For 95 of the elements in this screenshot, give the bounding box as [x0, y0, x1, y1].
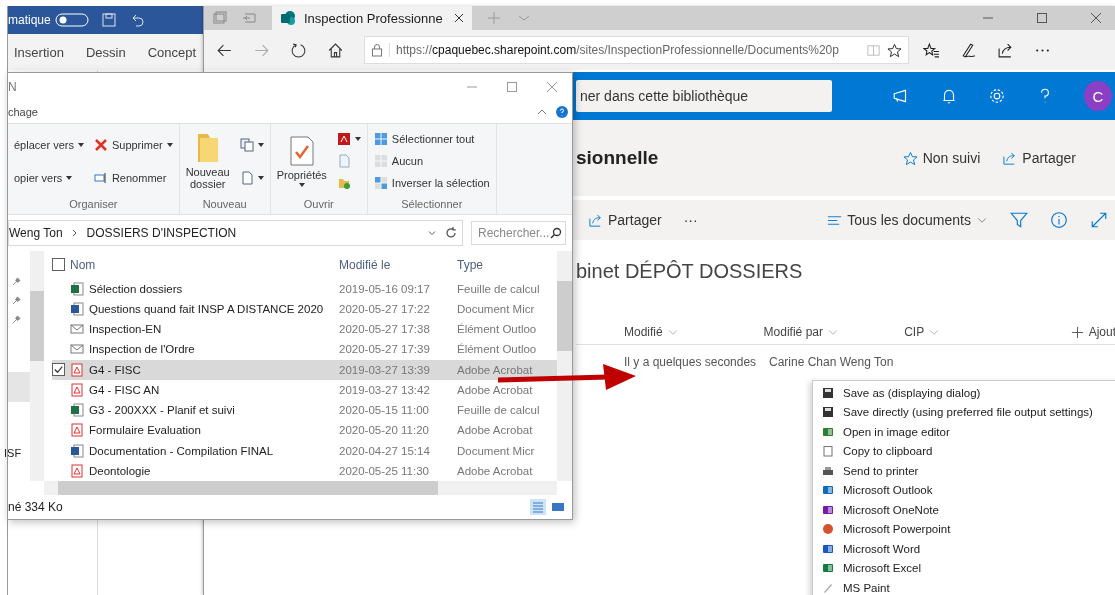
file-name: Formulaire Evaluation: [89, 424, 202, 437]
file-name: G3 - 200XXX - Planif et suivi: [89, 404, 236, 417]
file-date: 2020-05-27 17:38: [339, 323, 431, 336]
file-row[interactable]: G4 - FISC 2019-03-27 13:39 Adobe Acrobat: [52, 359, 557, 380]
file-name: Questions quand fait INSP A DISTANCE 2020: [89, 302, 325, 315]
file-type: Adobe Acrobat: [457, 424, 534, 437]
column-header[interactable]: Modifié: [624, 325, 764, 339]
group-label: Sélectionner: [401, 198, 463, 212]
column-header[interactable]: Modifié le: [339, 257, 457, 272]
menu-item[interactable]: Microsoft Powerpoint: [813, 519, 1115, 539]
address-bar[interactable]: https://cpaquebec.sharepoint.com/sites/InspectionProfessionnelle/Documents%20p: [364, 36, 909, 64]
group-label: Ouvrir: [303, 198, 334, 212]
ribbon-button[interactable]: Inverser la sélection: [373, 174, 490, 192]
menu-item[interactable]: Copy to clipboard: [813, 441, 1115, 461]
more-button[interactable]: ···: [683, 212, 698, 228]
file-type: Document Micr: [457, 444, 536, 457]
view-selector[interactable]: Tous les documents: [827, 212, 988, 228]
file-type: Adobe Acrobat: [457, 383, 534, 396]
menu-item[interactable]: Open in image editor: [813, 422, 1115, 442]
file-name: Inspection de l'Ordre: [89, 343, 196, 356]
file-name: Documentation - Compilation FINAL: [89, 444, 275, 457]
file-date: 2020-05-27 17:39: [339, 343, 431, 356]
file-name: Deontologie: [89, 464, 152, 477]
ribbon-button[interactable]: Renommer: [93, 169, 173, 186]
file-type: Adobe Acrobat: [457, 464, 534, 477]
share-button[interactable]: Partager: [1002, 150, 1076, 166]
site-title: sionnelle: [576, 147, 659, 169]
file-name: Inspection-EN: [89, 323, 163, 336]
file-date: 2019-03-27 13:39: [339, 363, 431, 376]
ribbon-tab[interactable]: Dessin: [85, 44, 126, 60]
search-field[interactable]: ner dans cette bibliothèque: [576, 80, 832, 112]
autosave-label: matique: [8, 13, 51, 27]
file-row[interactable]: Deontologie 2020-05-25 11:30 Adobe Acrobat: [52, 460, 557, 481]
file-date: 2019-05-16 09:17: [339, 282, 431, 295]
window-title: N: [8, 80, 17, 94]
ribbon-button[interactable]: Propriétés: [276, 135, 327, 187]
table-cell-text: Carine Chan Weng Ton: [769, 355, 895, 369]
file-type: Feuille de calcul: [457, 282, 541, 295]
address-field[interactable]: Weng Ton DOSSIERS D'INSPECTION: [8, 220, 463, 246]
column-header[interactable]: Ajout: [1039, 324, 1115, 340]
url-text: https://cpaquebec.sharepoint.com/sites/InspectionProfessionnelle/Documents%20p: [396, 43, 840, 57]
table-cell-text: Il y a quelques secondes: [624, 355, 758, 369]
file-row[interactable]: Inspection-EN 2020-05-27 17:38 Élément Outloo: [52, 319, 557, 340]
file-date: 2020-05-27 17:22: [339, 302, 431, 315]
column-header[interactable]: Modifié par: [763, 325, 905, 339]
file-row[interactable]: Inspection de l'Ordre 2020-05-27 17:39 Élément Outloo: [52, 339, 557, 360]
share-button[interactable]: Partager: [588, 212, 662, 228]
file-name: G4 - FISC: [89, 363, 142, 376]
file-date: 2020-04-27 15:14: [339, 444, 431, 457]
file-row[interactable]: Questions quand fait INSP A DISTANCE 2020 2020-05-27 17:22 Document Micr: [52, 298, 557, 320]
file-row[interactable]: Documentation - Compilation FINAL 2020-04-27 15:14 Document Micr: [52, 440, 557, 461]
ribbon-button[interactable]: Aucun: [373, 152, 490, 170]
menu-item[interactable]: Save as (displaying dialog): [813, 383, 1115, 403]
menu-item[interactable]: Microsoft Excel: [813, 558, 1115, 578]
ribbon-tab[interactable]: Concept: [147, 44, 197, 60]
browser-tab[interactable]: Inspection Professionne: [272, 6, 472, 30]
menu-item[interactable]: Microsoft Word: [813, 539, 1115, 559]
user-avatar[interactable]: C: [1083, 81, 1112, 111]
ribbon-tab[interactable]: Insertion: [14, 44, 64, 60]
file-row[interactable]: Formulaire Evaluation 2020-05-20 11:20 Adobe Acrobat: [52, 420, 557, 441]
column-header[interactable]: Nom: [70, 257, 339, 272]
ribbon-button[interactable]: Sélectionner tout: [373, 130, 490, 148]
file-type: Document Micr: [457, 302, 536, 315]
file-type: Adobe Acrobat: [457, 363, 534, 376]
ribbon-tab[interactable]: chage: [8, 106, 38, 118]
menu-item[interactable]: Save directly (using preferred file output settings): [813, 402, 1115, 422]
column-header[interactable]: Type: [457, 257, 550, 272]
file-type: Feuille de calcul: [457, 404, 541, 417]
file-row[interactable]: Sélection dossiers 2019-05-16 09:17 Feuille de calcul: [52, 278, 557, 299]
status-text: né 334 Ko: [8, 500, 63, 514]
file-type: Élément Outloo: [457, 343, 538, 356]
file-row[interactable]: G3 - 200XXX - Planif et suivi 2020-05-15 11:00 Feuille de calcul: [52, 400, 557, 421]
file-type: Élément Outloo: [457, 323, 538, 336]
group-label: Nouveau: [202, 198, 247, 212]
nav-item[interactable]: ISF: [4, 447, 30, 459]
ribbon-button[interactable]: Supprimer: [93, 136, 173, 153]
menu-item[interactable]: Send to printer: [813, 461, 1115, 481]
menu-item[interactable]: Microsoft Outlook: [813, 480, 1115, 500]
follow-button[interactable]: Non suivi: [902, 150, 981, 166]
group-label: Organiser: [69, 198, 118, 212]
file-date: 2020-05-25 11:30: [339, 464, 430, 477]
file-name: G4 - FISC AN: [89, 383, 161, 396]
ribbon-button[interactable]: éplacer vers: [14, 136, 84, 153]
file-row[interactable]: G4 - FISC AN 2019-03-27 13:42 Adobe Acrobat: [52, 379, 557, 401]
ribbon-button[interactable]: opier vers: [14, 169, 84, 186]
column-header[interactable]: CIP: [904, 325, 1039, 339]
file-date: 2020-05-15 11:00: [339, 404, 430, 417]
library-title: binet DÉPÔT DOSSIERS: [576, 260, 804, 284]
menu-item[interactable]: Microsoft OneNote: [813, 500, 1115, 520]
file-name: Sélection dossiers: [89, 282, 184, 295]
menu-item[interactable]: MS Paint: [813, 578, 1115, 595]
search-field[interactable]: Rechercher...: [471, 221, 566, 245]
file-date: 2020-05-20 11:20: [339, 424, 430, 437]
ribbon-button[interactable]: Nouveau dossier: [185, 132, 230, 190]
file-date: 2019-03-27 13:42: [339, 383, 431, 396]
